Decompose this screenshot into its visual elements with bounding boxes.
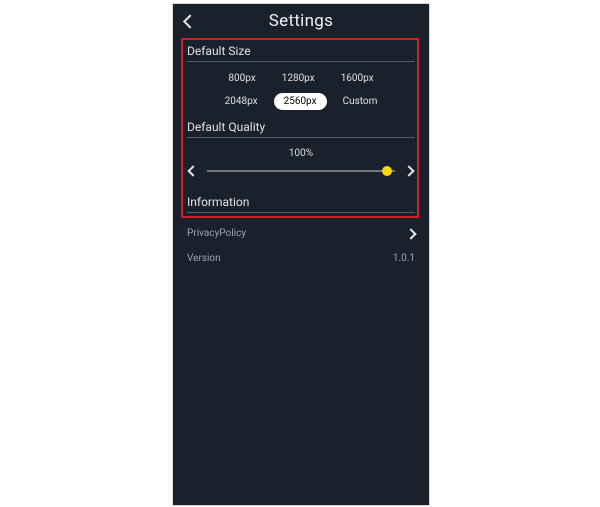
privacy-policy-row[interactable]: PrivacyPolicy: [187, 221, 415, 246]
chevron-left-icon: [187, 165, 198, 176]
back-button[interactable]: [185, 12, 195, 31]
version-label: Version: [187, 253, 221, 264]
chevron-left-icon: [183, 14, 197, 28]
default-size-heading: Default Size: [187, 44, 415, 62]
settings-panel: Settings Default Size 800px1280px1600px2…: [172, 3, 430, 506]
size-option-800px[interactable]: 800px: [218, 70, 265, 87]
default-quality-section: Default Quality 100%: [173, 120, 429, 189]
chevron-right-icon: [405, 228, 416, 239]
size-option-2560px[interactable]: 2560px: [274, 93, 327, 110]
privacy-policy-label: PrivacyPolicy: [187, 228, 246, 239]
chevron-right-icon: [403, 165, 414, 176]
size-option-custom[interactable]: Custom: [333, 93, 388, 110]
size-option-1600px[interactable]: 1600px: [331, 70, 384, 87]
version-value: 1.0.1: [393, 253, 415, 264]
information-heading: Information: [187, 195, 415, 213]
quality-decrease-button[interactable]: [187, 167, 199, 175]
quality-increase-button[interactable]: [403, 167, 415, 175]
quality-slider-row: [187, 165, 415, 177]
default-quality-heading: Default Quality: [187, 120, 415, 138]
top-bar: Settings: [173, 4, 429, 38]
quality-value: 100%: [187, 148, 415, 159]
page-title: Settings: [269, 11, 333, 31]
slider-track-line: [207, 171, 395, 172]
information-section: Information PrivacyPolicy Version 1.0.1: [173, 189, 429, 271]
slider-thumb[interactable]: [382, 166, 392, 176]
size-option-1280px[interactable]: 1280px: [272, 70, 325, 87]
default-size-section: Default Size 800px 1280px 1600px 2048px 2560…: [173, 38, 429, 120]
size-options-grid: 800px 1280px 1600px 2048px 2560px Custom: [187, 70, 415, 120]
version-row: Version 1.0.1: [187, 246, 415, 271]
quality-slider[interactable]: [207, 165, 395, 177]
size-option-2048px[interactable]: 2048px: [215, 93, 268, 110]
privacy-policy-go: [407, 230, 415, 238]
